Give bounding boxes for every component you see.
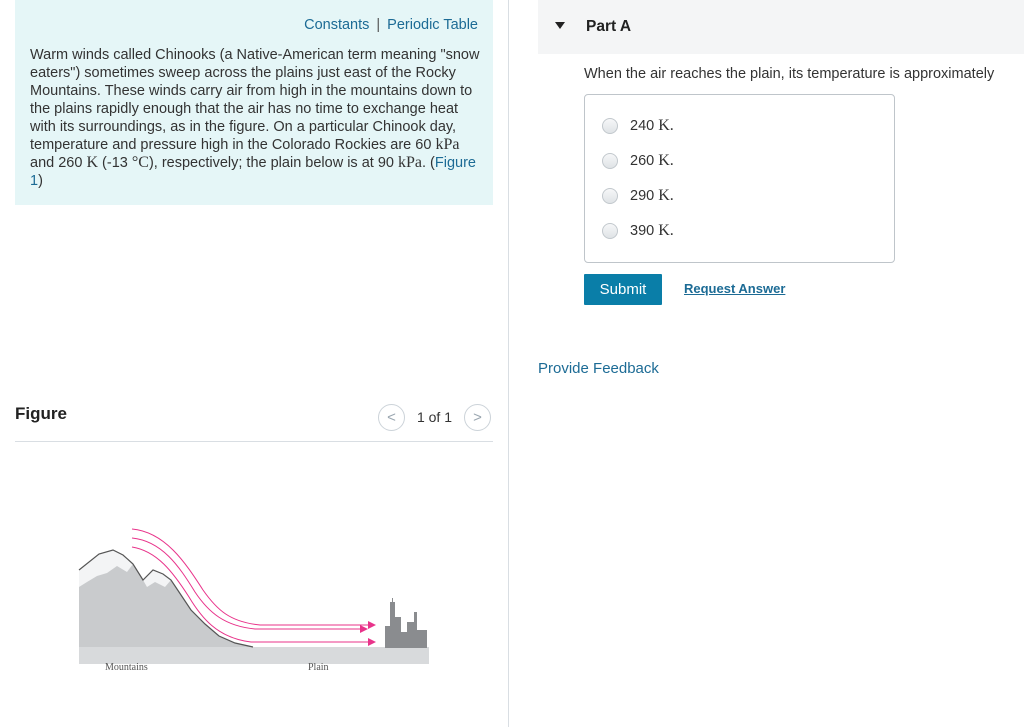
caption-mountains: Mountains xyxy=(105,662,148,673)
option-value: 390 xyxy=(630,223,659,239)
problem-text-part: ) xyxy=(38,173,43,189)
option-unit: K. xyxy=(658,152,674,169)
link-separator: | xyxy=(376,17,381,33)
caption-plain: Plain xyxy=(308,662,329,673)
problem-text-part: and 260 xyxy=(30,155,87,171)
radio-button[interactable] xyxy=(602,223,618,239)
resource-links: Constants | Periodic Table xyxy=(304,17,478,33)
problem-text-part: (-13 xyxy=(98,155,132,171)
constants-link[interactable]: Constants xyxy=(304,17,369,33)
problem-text-part: ), respectively; the plain below is at 9… xyxy=(148,155,398,171)
option-390[interactable]: 390 K. xyxy=(602,221,674,241)
radio-button[interactable] xyxy=(602,153,618,169)
left-panel: Constants | Periodic Table Warm winds call… xyxy=(0,0,508,727)
town-buildings xyxy=(385,598,427,648)
problem-statement: Constants | Periodic Table Warm winds call… xyxy=(15,0,493,205)
option-label: 260 K. xyxy=(630,152,674,170)
option-value: 260 xyxy=(630,153,659,169)
option-unit: K. xyxy=(658,222,674,239)
chinook-diagram xyxy=(78,528,429,664)
problem-text-part: . ( xyxy=(421,155,435,171)
figure-title: Figure xyxy=(15,404,67,423)
part-header[interactable]: Part A xyxy=(538,0,1024,54)
figure-pager: < 1 of 1 > xyxy=(377,403,491,431)
unit-celsius: °C xyxy=(131,154,149,171)
option-value: 240 xyxy=(630,118,659,134)
problem-text-part: Warm winds called Chinooks (a Native-Ame… xyxy=(30,47,480,153)
problem-text: Warm winds called Chinooks (a Native-Ame… xyxy=(30,46,485,190)
chevron-left-icon[interactable]: < xyxy=(377,403,405,431)
periodic-table-link[interactable]: Periodic Table xyxy=(387,17,478,33)
answer-options: 240 K. 260 K. 290 K. 390 K. xyxy=(584,94,895,263)
figure-header: Figure < 1 of 1 > xyxy=(15,402,493,442)
part-title: Part A xyxy=(586,18,632,35)
radio-button[interactable] xyxy=(602,188,618,204)
option-label: 390 K. xyxy=(630,222,674,240)
option-unit: K. xyxy=(658,187,674,204)
option-label: 240 K. xyxy=(630,117,674,135)
option-unit: K. xyxy=(658,117,674,134)
unit-kelvin: K xyxy=(86,154,99,171)
option-label: 290 K. xyxy=(630,187,674,205)
collapse-caret-icon[interactable] xyxy=(555,22,565,29)
unit-kpa: kPa xyxy=(397,154,422,171)
pager-label: 1 of 1 xyxy=(416,409,452,425)
column-divider xyxy=(508,0,509,727)
submit-button[interactable]: Submit xyxy=(584,274,662,305)
option-240[interactable]: 240 K. xyxy=(602,116,674,136)
option-290[interactable]: 290 K. xyxy=(602,186,674,206)
radio-button[interactable] xyxy=(602,118,618,134)
request-answer-link[interactable]: Request Answer xyxy=(684,281,785,296)
unit-kpa: kPa xyxy=(435,136,460,153)
figure-image: Mountains Plain xyxy=(15,442,493,727)
provide-feedback-link[interactable]: Provide Feedback xyxy=(538,360,659,377)
chevron-right-icon[interactable]: > xyxy=(464,403,491,431)
option-260[interactable]: 260 K. xyxy=(602,151,674,171)
option-value: 290 xyxy=(630,188,659,204)
question-text: When the air reaches the plain, its temp… xyxy=(584,66,995,82)
